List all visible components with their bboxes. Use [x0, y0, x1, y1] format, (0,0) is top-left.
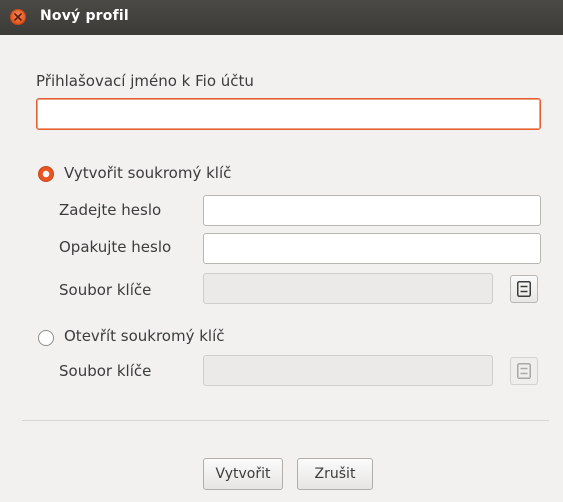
close-button[interactable]	[10, 9, 26, 25]
file-cabinet-icon	[517, 281, 531, 297]
open-keyfile-browse-button	[510, 357, 538, 385]
open-keyfile-field	[203, 355, 493, 386]
open-key-label[interactable]: Otevřít soukromý klíč	[64, 327, 225, 345]
create-keyfile-label: Soubor klíče	[59, 281, 152, 299]
close-icon	[14, 13, 22, 21]
cancel-button[interactable]: Zrušit	[297, 458, 373, 490]
open-key-radio[interactable]	[38, 330, 54, 346]
repeat-password-input[interactable]	[203, 233, 541, 264]
open-keyfile-label: Soubor klíče	[59, 362, 152, 380]
file-cabinet-icon	[517, 363, 531, 379]
create-keyfile-browse-button[interactable]	[510, 275, 538, 303]
repeat-password-label: Opakujte heslo	[59, 238, 172, 256]
password-input[interactable]	[203, 195, 541, 226]
create-button[interactable]: Vytvořit	[203, 458, 283, 490]
login-label: Přihlašovací jméno k Fio účtu	[36, 72, 254, 90]
login-input[interactable]	[36, 98, 541, 130]
titlebar[interactable]: Nový profil	[0, 0, 563, 35]
create-key-radio[interactable]	[38, 166, 54, 182]
create-keyfile-field	[203, 273, 493, 304]
dialog-window: Nový profil Přihlašovací jméno k Fio účt…	[0, 0, 563, 502]
separator	[22, 420, 549, 421]
create-key-label[interactable]: Vytvořit soukromý klíč	[64, 164, 231, 182]
password-label: Zadejte heslo	[59, 201, 162, 219]
window-title: Nový profil	[40, 8, 129, 24]
